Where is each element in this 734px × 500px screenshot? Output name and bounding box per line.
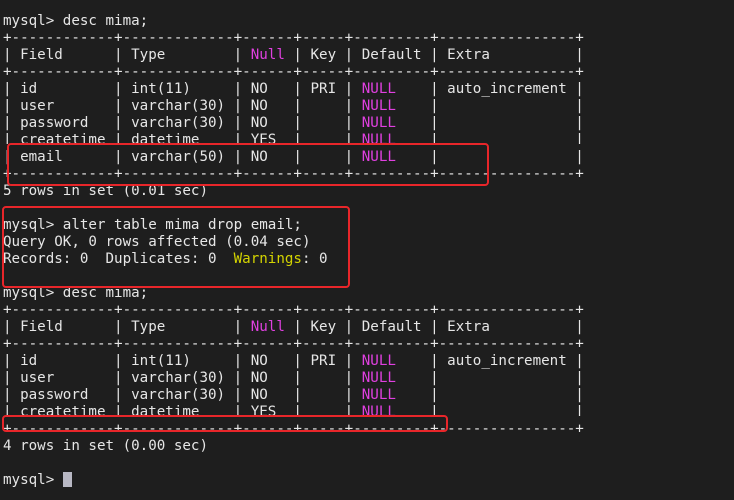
result-footer: 5 rows in set (0.01 sec) [3,183,208,199]
row-cells: | password | varchar(30) | NO | | [3,115,362,131]
row-extra: | | [395,115,584,131]
query-ok-message: Query OK, 0 rows affected (0.04 sec) [3,234,311,250]
row-cells: | id | int(11) | NO | PRI | [3,353,362,369]
row-cells: | user | varchar(30) | NO | | [3,370,362,386]
prompt: mysql> [3,285,63,301]
default-null: NULL [361,370,396,386]
table-border: +------------+-------------+------+-----… [3,166,584,182]
header-null: Null [250,319,285,335]
default-null: NULL [361,132,396,144]
table-row: | user | varchar(30) | NO | | NULL | | [3,98,584,115]
command-text: alter table mima drop email; [62,217,302,233]
table-border: +------------+-------------+------+-----… [3,64,584,80]
row-cells: | user | varchar(30) | NO | | [3,98,362,114]
warnings-label: Warnings [233,251,302,267]
table-row: | user | varchar(30) | NO | | NULL | | [3,370,584,387]
table-row: | createtime | datetime | YES | | NULL |… [3,132,584,144]
table-border: +------------+-------------+------+-----… [3,302,584,318]
default-null: NULL [361,353,396,369]
row-extra: | | [395,98,584,114]
records-message: Records: 0 Duplicates: 0 Warnings: 0 [3,251,328,268]
row-cells: | password | varchar(30) | NO | | [3,387,362,403]
table-row: | password | varchar(30) | NO | | NULL |… [3,115,584,132]
row-extra: | auto_increment | [395,81,584,97]
header-rest: | Key | Default | Extra | [284,47,584,63]
default-null: NULL [361,81,396,97]
default-null: NULL [361,98,396,114]
command-line[interactable]: mysql> [3,472,72,489]
command-line: mysql> alter table mima drop email; [3,217,302,234]
row-cells: | createtime | datetime | YES | | [3,132,362,144]
table-header-row: | Field | Type | Null | Key | Default | … [3,319,584,336]
table-border: +------------+-------------+------+-----… [3,421,584,437]
result-footer: 4 rows in set (0.00 sec) [3,438,208,454]
row-extra: | auto_increment | [395,353,584,369]
table-row: | createtime | datetime | YES | | NULL |… [3,404,584,416]
prompt: mysql> [3,217,63,233]
default-null: NULL [361,115,396,131]
row-extra: | | [395,404,584,416]
table-row: | password | varchar(30) | NO | | NULL |… [3,387,584,404]
header-field-type: | Field | Type | [3,319,251,335]
row-extra: | | [395,149,584,165]
prompt: mysql> [3,472,63,488]
command-text: desc mima; [62,13,149,29]
header-rest: | Key | Default | Extra | [284,319,584,335]
table-row: | id | int(11) | NO | PRI | NULL | auto_… [3,353,584,370]
default-null: NULL [361,387,396,403]
header-field-type: | Field | Type | [3,47,251,63]
table-row: | email | varchar(50) | NO | | NULL | | [3,149,584,166]
records-text: Records: 0 Duplicates: 0 [3,251,234,267]
prompt: mysql> [3,13,63,29]
text-cursor[interactable] [62,472,72,487]
row-extra: | | [395,387,584,403]
table-border: +------------+-------------+------+-----… [3,336,584,352]
row-cells: | id | int(11) | NO | PRI | [3,81,362,97]
row-extra: | | [395,132,584,144]
row-cells: | email | varchar(50) | NO | | [3,149,362,165]
row-cells: | createtime | datetime | YES | | [3,404,362,416]
default-null: NULL [361,404,396,416]
header-null: Null [250,47,285,63]
table-row: | id | int(11) | NO | PRI | NULL | auto_… [3,81,584,98]
command-line: mysql> desc mima; [3,285,148,302]
command-text: desc mima; [62,285,149,301]
default-null: NULL [361,149,396,165]
warnings-count: : 0 [301,251,328,267]
row-extra: | | [395,370,584,386]
table-border: +------------+-------------+------+-----… [3,30,584,46]
table-header-row: | Field | Type | Null | Key | Default | … [3,47,584,64]
command-line: mysql> desc mima; [3,13,148,30]
